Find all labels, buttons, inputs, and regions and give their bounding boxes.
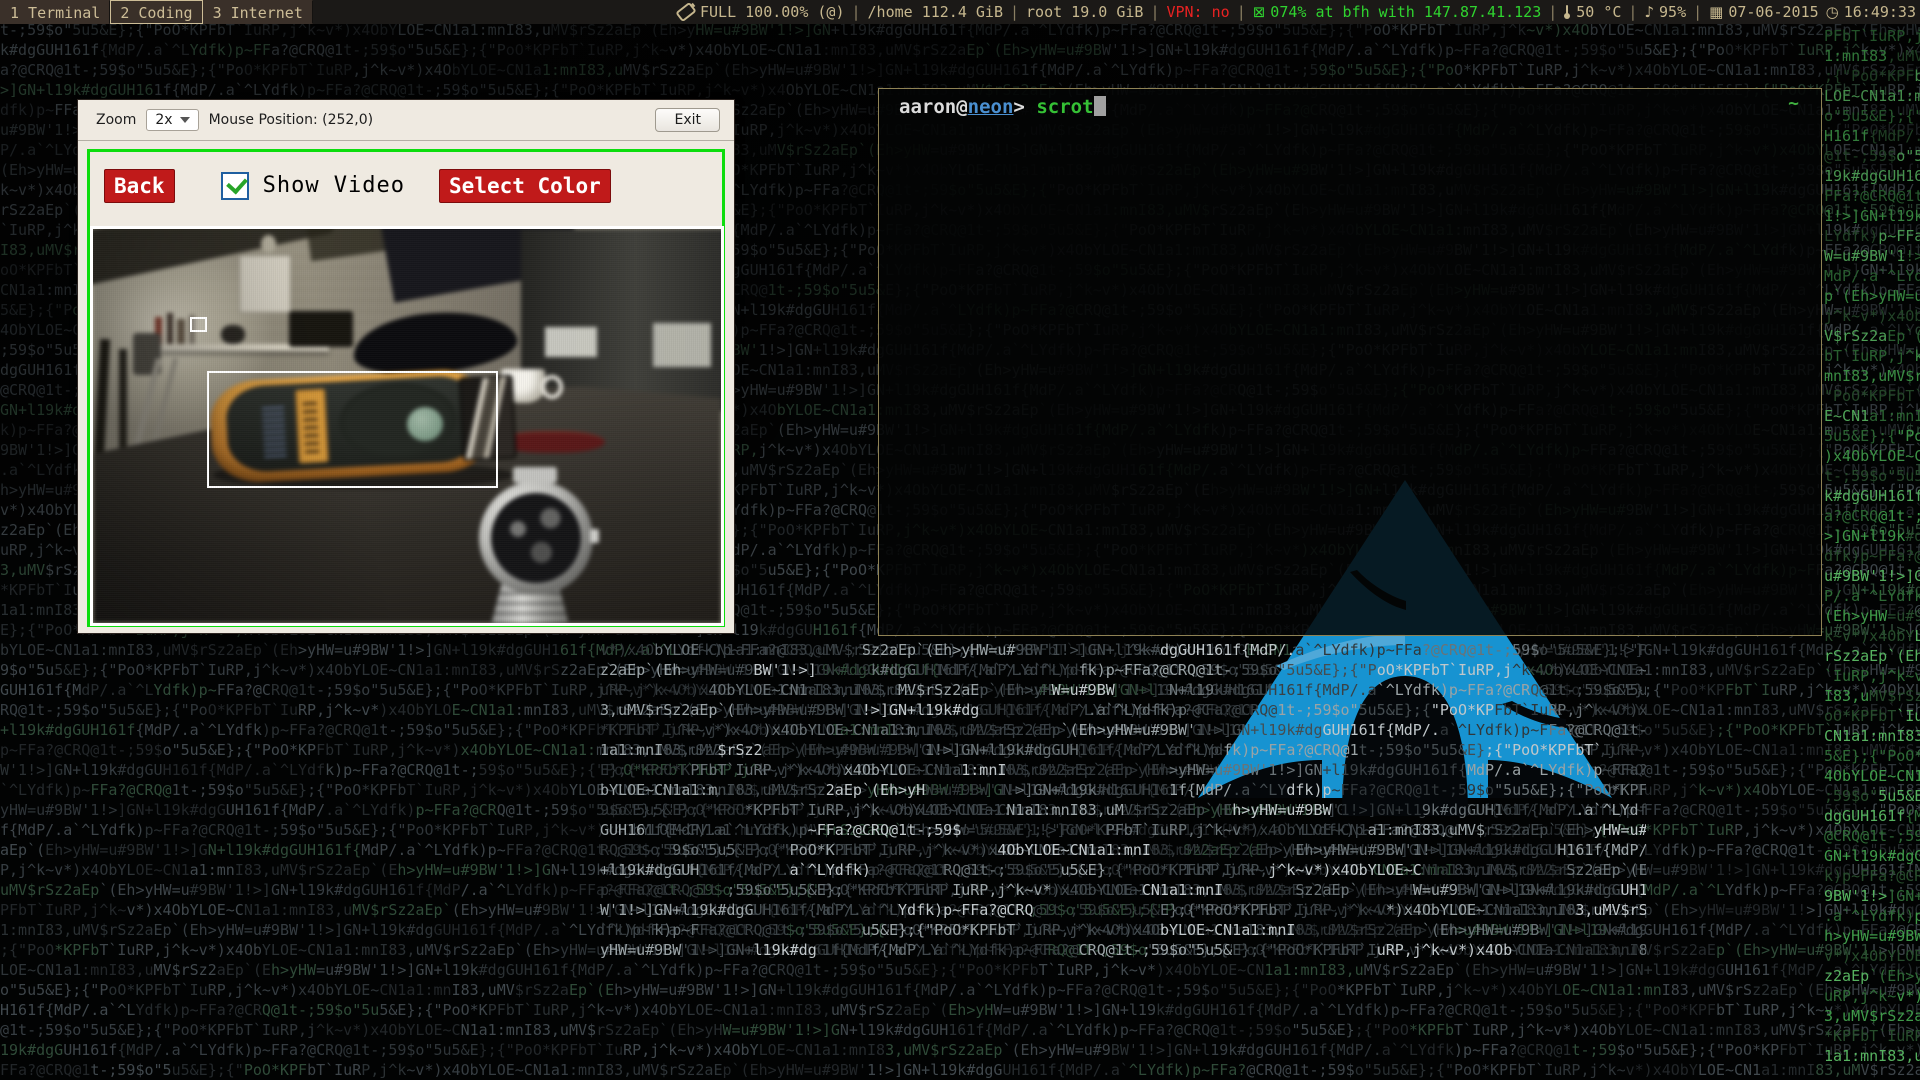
terminal-host: neon — [968, 96, 1014, 118]
separator: | — [1548, 0, 1557, 24]
tracking-marker-square — [190, 317, 207, 332]
date-status: ▦07-06-2015 — [1709, 0, 1819, 24]
workspace-tab-coding[interactable]: 2 Coding — [110, 0, 202, 24]
separator: | — [852, 0, 861, 24]
temperature-label: 50 °C — [1576, 0, 1621, 24]
terminal-window[interactable]: aaron@neon> scrot ~ — [878, 88, 1822, 636]
zoom-level-value: 2x — [155, 112, 172, 128]
terminal-at: @ — [956, 96, 967, 118]
capture-area: Back Show Video Select Color — [87, 149, 725, 627]
date-label: 07-06-2015 — [1728, 0, 1818, 24]
separator: | — [1237, 0, 1246, 24]
workspace-switcher: 1 Terminal 2 Coding 3 Internet — [0, 0, 313, 24]
separator: | — [1150, 0, 1159, 24]
workspace-tab-terminal[interactable]: 1 Terminal — [0, 0, 110, 24]
clock-icon: ◷ — [1826, 0, 1839, 24]
terminal-command: scrot — [1036, 96, 1093, 118]
mouse-position-readout: Mouse Position: (252,0) — [209, 112, 374, 128]
selection-rectangle — [207, 371, 498, 488]
show-video-checkbox[interactable] — [221, 172, 249, 200]
terminal-user: aaron — [899, 96, 956, 118]
separator: | — [1628, 0, 1637, 24]
battery-icon — [675, 2, 697, 23]
time-label: 16:49:33 — [1844, 0, 1916, 24]
calendar-icon: ▦ — [1709, 0, 1723, 24]
zoom-window-toolbar: Zoom 2x Mouse Position: (252,0) Exit — [78, 100, 734, 141]
network-icon: ⊠ — [1253, 0, 1266, 24]
video-frame — [90, 226, 724, 626]
terminal-prompt-line: aaron@neon> scrot — [899, 95, 1106, 119]
wifi-label: 074% at bfh with 147.87.41.123 — [1270, 0, 1541, 24]
thermometer-icon — [1564, 5, 1571, 19]
terminal-tilde: ~ — [1788, 93, 1799, 114]
home-disk-status: /home 112.4 GiB — [868, 0, 1003, 24]
volume-status: ♪95% — [1644, 0, 1686, 24]
select-color-button[interactable]: Select Color — [439, 169, 611, 203]
camera-video-feed[interactable] — [93, 229, 721, 623]
capture-controls: Back Show Video Select Color — [90, 152, 722, 208]
separator: | — [1010, 0, 1019, 24]
zoom-level-dropdown[interactable]: 2x — [146, 109, 198, 131]
time-status: ◷16:49:33 — [1826, 0, 1916, 24]
temperature-status: 50 °C — [1564, 0, 1621, 24]
terminal-cursor — [1094, 96, 1106, 116]
background-green-glyphs: PFbT`IuRP,j1:mnI83,uMV;{"PoO*KPFbLOE~CN1… — [1824, 26, 1920, 1080]
back-button[interactable]: Back — [104, 169, 175, 203]
separator: | — [1693, 0, 1702, 24]
exit-button[interactable]: Exit — [655, 108, 720, 132]
desktop: )x4ObYLOE~CN1a1:mnI83,uMV$rSz2aEp`(Eh>yH… — [0, 0, 1920, 1080]
wifi-status: ⊠074% at bfh with 147.87.41.123 — [1253, 0, 1542, 24]
battery-label: FULL 100.00% (@) — [700, 0, 845, 24]
battery-status: FULL 100.00% (@) — [677, 0, 845, 24]
checkmark-icon — [226, 172, 248, 194]
workspace-tab-internet[interactable]: 3 Internet — [203, 0, 313, 24]
chevron-down-icon — [180, 117, 190, 123]
camera-zoom-window: Zoom 2x Mouse Position: (252,0) Exit Bac… — [77, 99, 735, 634]
root-disk-status: root 19.0 GiB — [1026, 0, 1143, 24]
status-readouts: FULL 100.00% (@) | /home 112.4 GiB | roo… — [677, 0, 1920, 24]
volume-label: 95% — [1659, 0, 1686, 24]
music-note-icon: ♪ — [1644, 0, 1654, 24]
show-video-label: Show Video — [263, 173, 405, 199]
vpn-status: VPN: no — [1166, 0, 1229, 24]
zoom-label: Zoom — [96, 112, 136, 128]
terminal-prompt-symbol: > — [1013, 96, 1036, 118]
status-bar: 1 Terminal 2 Coding 3 Internet FULL 100.… — [0, 0, 1920, 24]
